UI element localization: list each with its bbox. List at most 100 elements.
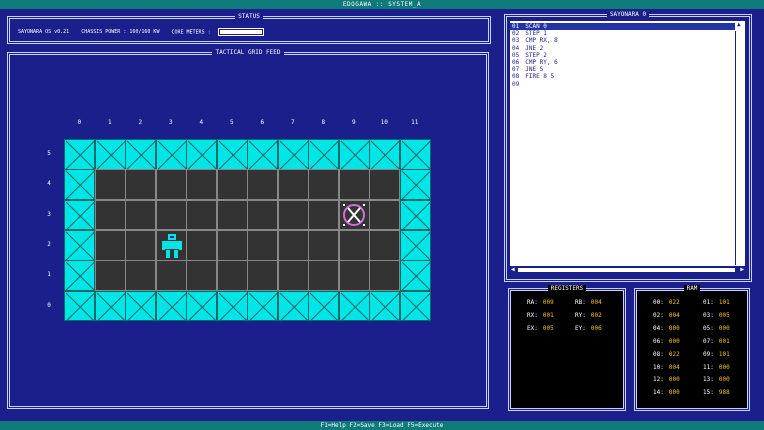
horizontal-scrollbar[interactable]: ◀ ▶ [510,265,745,275]
code-editor[interactable]: 01 SCAN 0 02 STEP 1 03 CMP RX, 8 04 JNE 2 05 STEP… [510,21,745,275]
entry-key: 11: [703,363,714,371]
entry-value: 004 [590,299,602,306]
x-axis-label: 11 [411,119,419,126]
wall-tile [338,290,370,322]
wall-tile [186,290,217,322]
floor-tile [247,199,278,231]
code-line[interactable]: 09 [510,81,735,88]
ram-cell: 15: 988 [703,389,730,396]
x-axis-label: 9 [351,119,356,126]
entry-key: 04: [653,324,664,332]
scroll-right-icon[interactable]: ▶ [740,266,744,274]
robot-icon [161,233,183,261]
x-axis-label: 1 [107,119,112,126]
y-axis-label: 2 [47,241,51,249]
entry-value: 000 [668,389,680,397]
floor-tile [308,229,339,261]
line-text: JNE 5 [525,66,544,74]
wall-tile [399,290,431,322]
floor-tile [338,260,370,291]
entry-value: 000 [668,376,680,384]
entry-key: 05: [703,324,714,332]
floor-tile [369,169,400,201]
horizontal-scroll-thumb[interactable] [518,268,735,272]
floor-tile [338,229,370,261]
ram-cell: 10: 004 [653,364,680,371]
line-number: 08 [512,73,520,81]
code-title: SAYONARA 0 [606,11,650,18]
entry-value: 009 [542,299,554,306]
wall-tile [64,290,95,322]
floor-tile [186,229,217,261]
floor-tile [94,229,126,261]
wall-tile [125,290,156,322]
os-version: SAYONARA OS v0.21 [18,29,70,35]
wall-tile [155,139,187,170]
floor-tile [308,260,339,291]
entry-key: 10: [653,363,664,371]
register-entry: EY: 006 [575,325,602,332]
code-line[interactable]: 02 STEP 1 [510,30,735,37]
entry-value: 004 [668,311,680,319]
entry-value: 022 [668,299,680,306]
wall-tile [94,290,126,322]
code-line[interactable]: 03 CMP RX, 8 [510,37,735,44]
ram-cell: 11: 000 [703,364,730,371]
code-line[interactable]: 06 CMP RY, 6 [510,59,735,66]
floor-tile [277,169,309,201]
floor-tile [125,169,156,201]
code-line[interactable]: 08 FIRE 8 5 [510,73,735,80]
entry-key: 15: [703,389,714,397]
entry-key: EX: [527,325,538,332]
entry-key: 02: [653,311,664,319]
entry-key: 06: [653,337,664,345]
wall-tile [247,139,278,170]
code-line[interactable]: 07 JNE 5 [510,66,735,73]
line-number: 03 [512,37,520,45]
code-editor-panel: SAYONARA 0 01 SCAN 0 02 STEP 1 03 CMP RX, 8 04… [504,11,752,282]
ram-cell: 12: 000 [653,376,680,383]
floor-tile [247,229,278,261]
line-number: 04 [512,44,520,52]
registers-panel: REGISTERS RA: 009 RB: 004 RX: 001 RY: 002 EX: 005… [508,285,626,411]
code-lines[interactable]: 01 SCAN 0 02 STEP 1 03 CMP RX, 8 04 JNE 2 05 STEP… [510,23,735,88]
floor-tile [94,199,126,231]
floor-tile [216,169,248,201]
wall-tile [399,229,431,261]
code-line[interactable]: 05 STEP 2 [510,52,735,59]
floor-tile [277,229,309,261]
wall-tile [338,139,370,170]
ram-cell: 06: 000 [653,338,680,345]
ram-title: RAM [683,285,701,292]
wall-tile [399,199,431,231]
scroll-up-icon[interactable]: ▲ [737,21,741,29]
x-axis-label: 8 [321,119,326,126]
line-text: CMP RY, 6 [525,58,558,66]
floor-tile [125,260,156,291]
wall-tile [64,199,95,231]
code-line[interactable]: 01 SCAN 0 [510,23,735,31]
function-key-bar: F1=Help F2=Save F3=Load F5=Execute [0,421,764,430]
floor-tile [125,199,156,231]
entry-value: 000 [718,363,730,371]
line-text: JNE 2 [525,44,544,52]
floor-tile [216,229,248,261]
entry-value: 000 [668,324,680,332]
wall-tile [155,290,187,322]
wall-tile [308,290,339,322]
y-axis-label: 5 [47,150,51,158]
floor-tile [125,229,156,261]
entry-key: 14: [653,389,664,397]
line-number: 02 [512,30,520,38]
register-entry: RY: 002 [575,312,602,319]
ram-cell: 02: 004 [653,312,680,319]
code-line[interactable]: 04 JNE 2 [510,45,735,52]
ram-cell: 08: 022 [653,351,680,358]
window-title: EDOGAWA :: SYSTEM_A [0,0,764,9]
floor-tile [277,260,309,291]
scroll-left-icon[interactable]: ◀ [511,266,515,274]
vertical-scrollbar[interactable]: ▲ ▼ [735,21,745,274]
entry-key: 00: [653,299,664,306]
entry-key: 13: [703,376,714,384]
floor-tile [155,169,187,201]
